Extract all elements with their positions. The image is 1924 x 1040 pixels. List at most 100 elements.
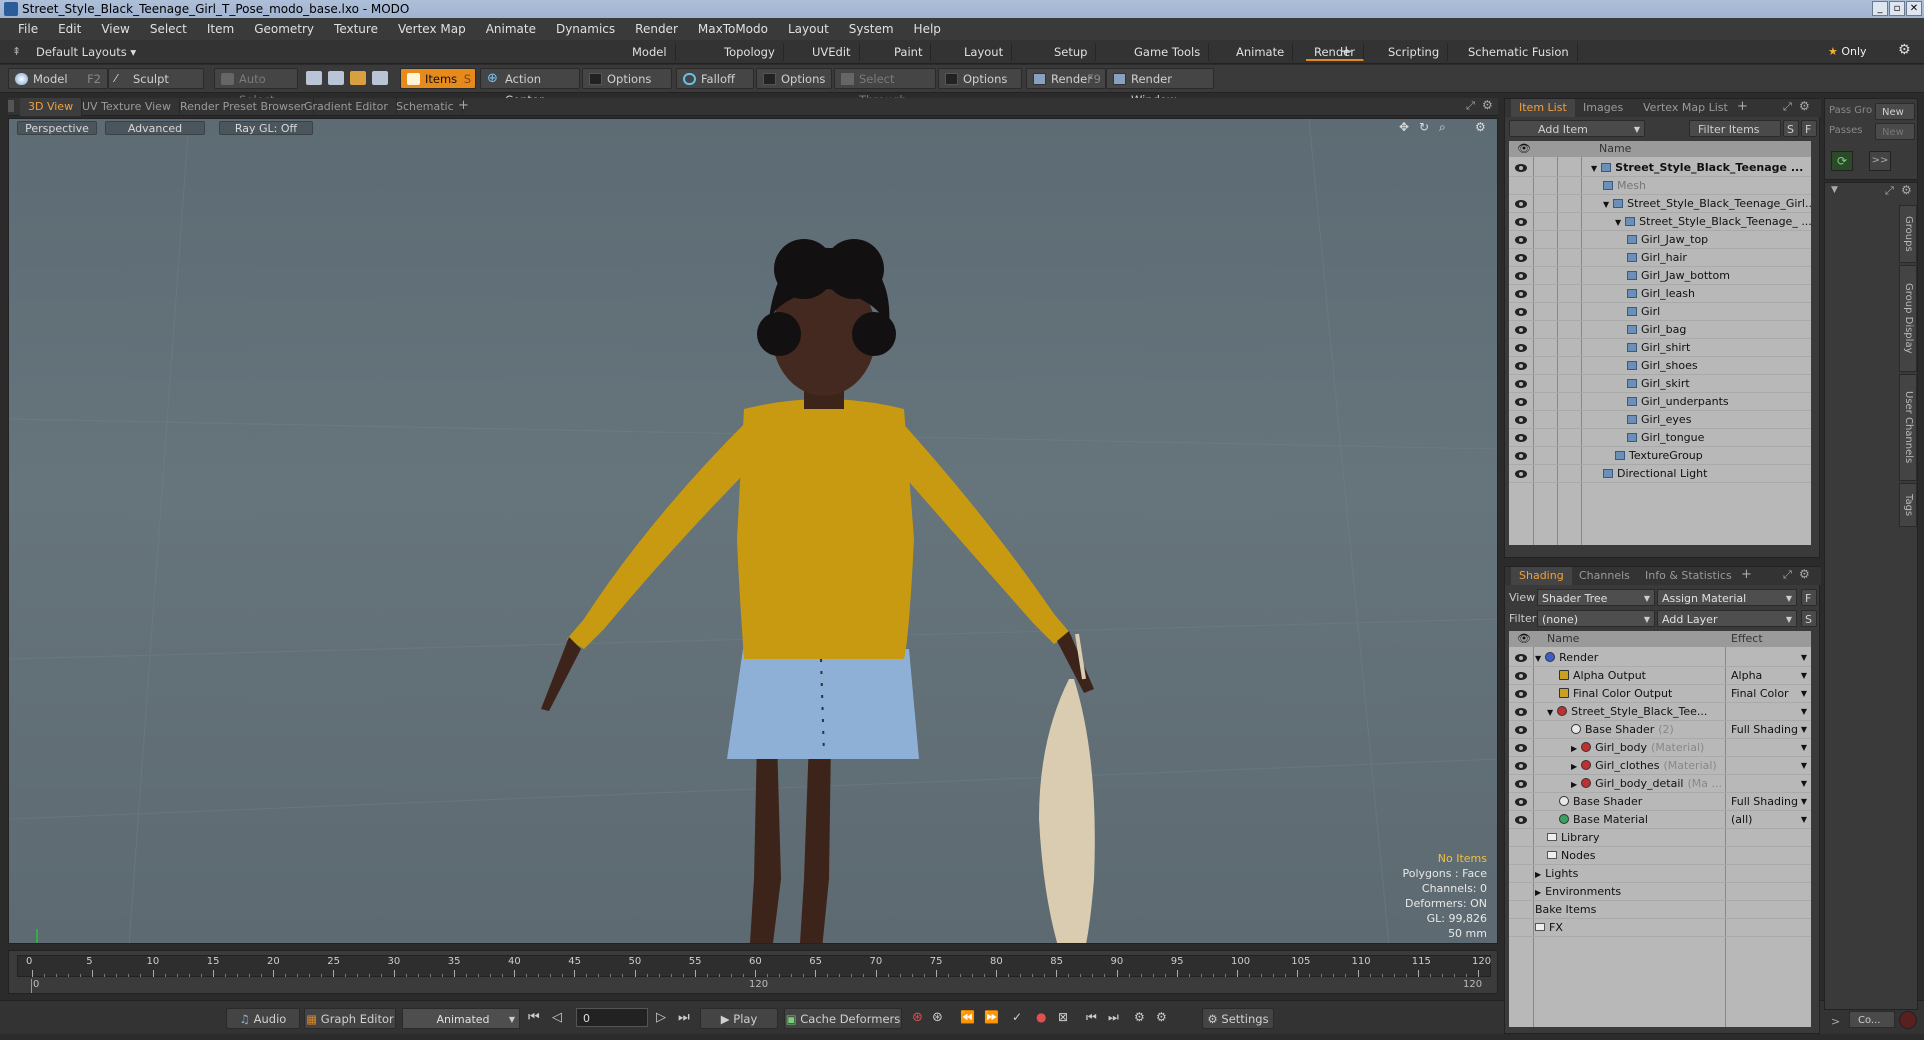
viewport-tab-settings-icon[interactable]: ⚙ bbox=[1482, 98, 1493, 112]
visibility-eye-icon[interactable] bbox=[1515, 416, 1527, 424]
audio-button[interactable]: ♫ Audio bbox=[226, 1008, 300, 1029]
key-options-icon[interactable]: ⚙ bbox=[1156, 1010, 1167, 1024]
shading-f-button[interactable]: F bbox=[1801, 589, 1817, 606]
add-item-dropdown[interactable]: Add Item ▼ bbox=[1509, 120, 1645, 137]
visibility-eye-icon[interactable] bbox=[1515, 272, 1527, 280]
vertices-mode-icon[interactable] bbox=[306, 71, 322, 85]
menu-item[interactable]: Item bbox=[197, 22, 244, 36]
assign-material-dropdown[interactable]: Assign Material bbox=[1657, 589, 1797, 607]
shader-row[interactable]: Nodes bbox=[1509, 847, 1811, 865]
visibility-eye-icon[interactable] bbox=[1515, 690, 1527, 698]
expand-arrow-icon[interactable]: ▼ bbox=[1603, 200, 1609, 209]
animated-dropdown[interactable]: Animated bbox=[402, 1008, 520, 1030]
layout-tab-game-tools[interactable]: Game Tools bbox=[1126, 43, 1210, 61]
shading-s-button[interactable]: S bbox=[1801, 610, 1817, 627]
visibility-eye-icon[interactable] bbox=[1515, 164, 1527, 172]
close-button[interactable]: ✕ bbox=[1906, 1, 1922, 16]
item-list-tab-images[interactable]: Images bbox=[1575, 99, 1631, 117]
shader-row[interactable]: ▶ Girl_body_detail (Ma ... ▼ bbox=[1509, 775, 1811, 793]
item-row[interactable]: Girl_underpants bbox=[1509, 393, 1811, 411]
menu-dynamics[interactable]: Dynamics bbox=[546, 22, 625, 36]
menu-layout[interactable]: Layout bbox=[778, 22, 839, 36]
filter-dropdown[interactable]: (none) bbox=[1537, 610, 1655, 628]
shading-settings-icon[interactable]: ⚙ bbox=[1799, 567, 1810, 581]
filter-items-button[interactable]: Filter Items bbox=[1689, 120, 1781, 137]
add-tab-icon[interactable]: + bbox=[1737, 99, 1748, 114]
pan-icon[interactable]: ✥ bbox=[1399, 120, 1409, 134]
menu-edit[interactable]: Edit bbox=[48, 22, 91, 36]
viewport-tab-3d-view[interactable]: 3D View bbox=[20, 98, 83, 116]
gear-icon[interactable]: ⚙ bbox=[1898, 42, 1911, 58]
expand-arrow-icon[interactable]: ▶ bbox=[1571, 780, 1577, 789]
expand-arrow-icon[interactable]: ▼ bbox=[1535, 654, 1541, 663]
item-row[interactable]: TextureGroup bbox=[1509, 447, 1811, 465]
next-key-icon[interactable]: ⏩ bbox=[984, 1010, 999, 1024]
collapse-arrow-icon[interactable]: > bbox=[1831, 1015, 1840, 1028]
shader-row[interactable]: ▼ Street_Style_Black_Tee... ▼ bbox=[1509, 703, 1811, 721]
render-window-button[interactable]: Render Window bbox=[1106, 68, 1214, 107]
layout-pin-icon[interactable]: ⇞ bbox=[12, 45, 21, 58]
visibility-eye-icon[interactable] bbox=[1515, 434, 1527, 442]
viewport-tab-render-preset-browser[interactable]: Render Preset Browser bbox=[172, 98, 315, 116]
auto-select-button[interactable]: Auto Select bbox=[214, 68, 298, 107]
layout-tab-schematic-fusion[interactable]: Schematic Fusion bbox=[1460, 43, 1578, 61]
visibility-eye-icon[interactable] bbox=[1515, 308, 1527, 316]
expand-panel-icon[interactable]: ⤢ bbox=[1466, 99, 1475, 113]
expand-panel-icon[interactable]: ⤢ bbox=[1885, 184, 1894, 198]
visibility-eye-icon[interactable] bbox=[1515, 744, 1527, 752]
rotate-icon[interactable]: ↻ bbox=[1419, 120, 1429, 134]
shader-row[interactable]: ▶ Girl_clothes (Material) ▼ bbox=[1509, 757, 1811, 775]
action-center-button[interactable]: ⊕Action Center bbox=[480, 68, 580, 107]
layout-tab-setup[interactable]: Setup bbox=[1046, 43, 1097, 61]
expand-panel-icon[interactable]: ⤢ bbox=[1783, 568, 1792, 582]
viewport-tab-gradient-editor[interactable]: Gradient Editor bbox=[296, 98, 397, 116]
set-key-icon[interactable]: ● bbox=[1036, 1010, 1046, 1024]
add-layer-dropdown[interactable]: Add Layer bbox=[1657, 610, 1797, 628]
layout-tab-paint[interactable]: Paint bbox=[886, 43, 932, 61]
groups-dropdown-icon[interactable]: ▼ bbox=[1831, 185, 1838, 195]
item-row[interactable]: Girl_Jaw_bottom bbox=[1509, 267, 1811, 285]
settings-button[interactable]: ⚙ Settings bbox=[1202, 1008, 1274, 1029]
add-tab-icon[interactable]: + bbox=[1741, 567, 1752, 582]
menu-select[interactable]: Select bbox=[140, 22, 197, 36]
item-row[interactable]: Girl_bag bbox=[1509, 321, 1811, 339]
auto-key-icon[interactable]: ⊛ bbox=[912, 1010, 923, 1025]
expand-arrow-icon[interactable]: ▼ bbox=[1615, 218, 1621, 227]
only-button[interactable]: ★ Only bbox=[1822, 43, 1884, 61]
falloff-button[interactable]: Falloff bbox=[676, 68, 754, 89]
shading-tab-channels[interactable]: Channels bbox=[1571, 567, 1638, 585]
shader-row[interactable]: Base Shader Full Shading ▼ bbox=[1509, 793, 1811, 811]
shader-row[interactable]: ▶ Environments bbox=[1509, 883, 1811, 901]
shader-row[interactable]: ▶ Girl_body (Material) ▼ bbox=[1509, 739, 1811, 757]
materials-mode-icon[interactable] bbox=[372, 71, 388, 85]
co-button[interactable]: Co... bbox=[1849, 1011, 1895, 1028]
expand-arrow-icon[interactable]: ▶ bbox=[1571, 762, 1577, 771]
item-list-settings-icon[interactable]: ⚙ bbox=[1799, 99, 1810, 113]
item-row[interactable]: Girl_tongue bbox=[1509, 429, 1811, 447]
layout-tab-model[interactable]: Model bbox=[624, 43, 676, 61]
menu-vertex-map[interactable]: Vertex Map bbox=[388, 22, 476, 36]
add-viewport-tab-icon[interactable]: + bbox=[458, 98, 469, 113]
item-row[interactable]: Girl_eyes bbox=[1509, 411, 1811, 429]
new-pass-group-button[interactable]: New bbox=[1875, 103, 1915, 120]
play-button[interactable]: ▶ Play bbox=[700, 1008, 778, 1029]
visibility-eye-icon[interactable] bbox=[1515, 290, 1527, 298]
visibility-eye-icon[interactable] bbox=[1515, 672, 1527, 680]
visibility-eye-icon[interactable] bbox=[1515, 470, 1527, 478]
visibility-eye-icon[interactable] bbox=[1515, 708, 1527, 716]
shader-row[interactable]: Library bbox=[1509, 829, 1811, 847]
viewport-tab-uv-texture-view[interactable]: UV Texture View bbox=[74, 98, 180, 116]
shader-row[interactable]: ▼ Render ▼ bbox=[1509, 649, 1811, 667]
polygons-mode-icon[interactable] bbox=[350, 71, 366, 85]
effect-dropdown[interactable]: Alpha ▼ bbox=[1731, 667, 1809, 685]
go-to-start-icon[interactable]: ⏮ bbox=[528, 1010, 540, 1025]
layout-tab-render[interactable]: Render bbox=[1306, 43, 1364, 61]
key-prev-icon[interactable]: ⏮ bbox=[1086, 1010, 1097, 1025]
side-tab-group-display[interactable]: Group Display bbox=[1899, 265, 1917, 372]
minimize-button[interactable]: _ bbox=[1872, 1, 1888, 16]
item-row[interactable]: ▼ Street_Style_Black_Teenage_Girl... bbox=[1509, 195, 1811, 213]
effect-dropdown[interactable]: Final Color ▼ bbox=[1731, 685, 1809, 703]
search-s-button[interactable]: S bbox=[1783, 120, 1799, 137]
item-row[interactable]: Girl bbox=[1509, 303, 1811, 321]
item-row[interactable]: ▼ Street_Style_Black_Teenage_ ... bbox=[1509, 213, 1811, 231]
